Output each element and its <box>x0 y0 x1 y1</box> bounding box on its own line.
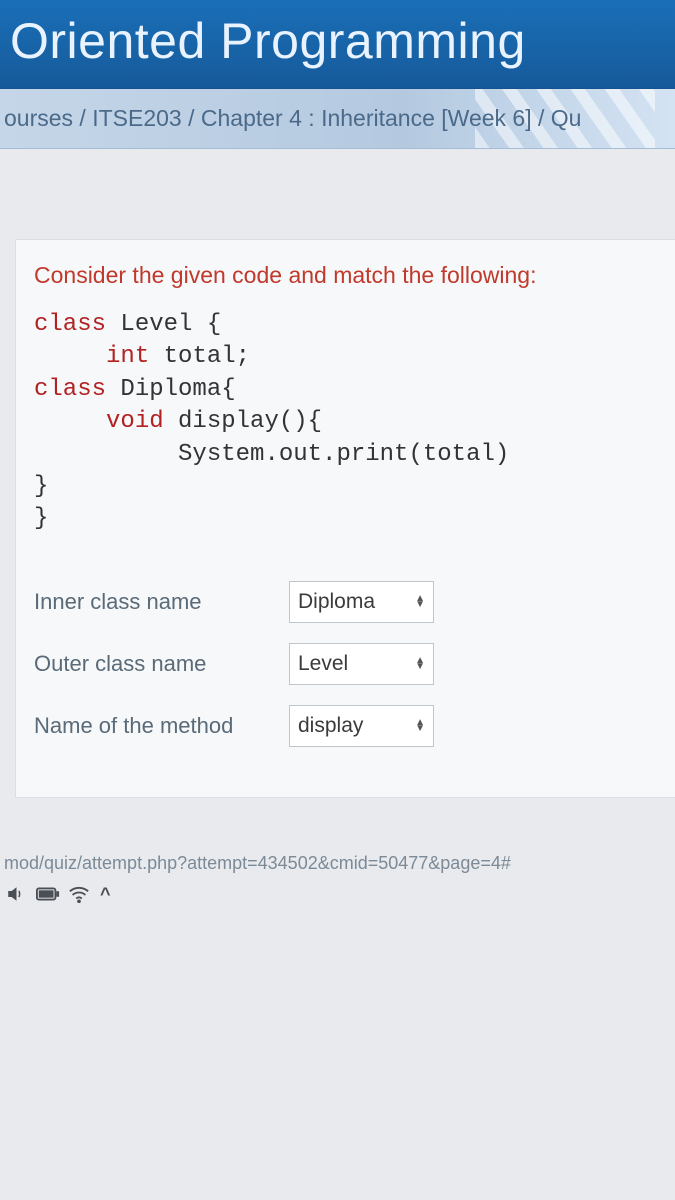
volume-icon[interactable] <box>4 885 26 903</box>
match-row: Outer class name Level ▲▼ <box>34 643 657 685</box>
match-select-method[interactable]: display ▲▼ <box>289 705 434 747</box>
match-select-outer-class[interactable]: Level ▲▼ <box>289 643 434 685</box>
code-block: class Level { int total; class Diploma{ … <box>34 309 657 536</box>
breadcrumb-part[interactable]: Qu <box>551 105 582 131</box>
wifi-icon[interactable] <box>68 885 90 903</box>
chevron-updown-icon: ▲▼ <box>415 658 425 670</box>
breadcrumb-part[interactable]: ourses <box>4 105 73 131</box>
select-value: Diploma <box>298 590 375 614</box>
match-label: Inner class name <box>34 589 289 615</box>
question-prompt: Consider the given code and match the fo… <box>34 262 657 289</box>
battery-icon[interactable] <box>36 885 58 903</box>
breadcrumb-part[interactable]: Chapter 4 : Inheritance [Week 6] <box>201 105 532 131</box>
breadcrumb-part[interactable]: ITSE203 <box>92 105 182 131</box>
match-label: Name of the method <box>34 713 289 739</box>
page-header: Oriented Programming <box>0 0 675 89</box>
select-value: display <box>298 714 363 738</box>
match-label: Outer class name <box>34 651 289 677</box>
breadcrumb[interactable]: ourses / ITSE203 / Chapter 4 : Inheritan… <box>0 89 675 149</box>
chevron-updown-icon: ▲▼ <box>415 720 425 732</box>
taskbar: ^ <box>0 884 675 905</box>
question-card: Consider the given code and match the fo… <box>15 239 675 798</box>
match-select-inner-class[interactable]: Diploma ▲▼ <box>289 581 434 623</box>
match-row: Name of the method display ▲▼ <box>34 705 657 747</box>
chevron-updown-icon: ▲▼ <box>415 596 425 608</box>
chevron-up-icon[interactable]: ^ <box>100 884 111 905</box>
page-title: Oriented Programming <box>10 13 526 69</box>
match-row: Inner class name Diploma ▲▼ <box>34 581 657 623</box>
select-value: Level <box>298 652 348 676</box>
footer-url: mod/quiz/attempt.php?attempt=434502&cmid… <box>0 853 675 874</box>
